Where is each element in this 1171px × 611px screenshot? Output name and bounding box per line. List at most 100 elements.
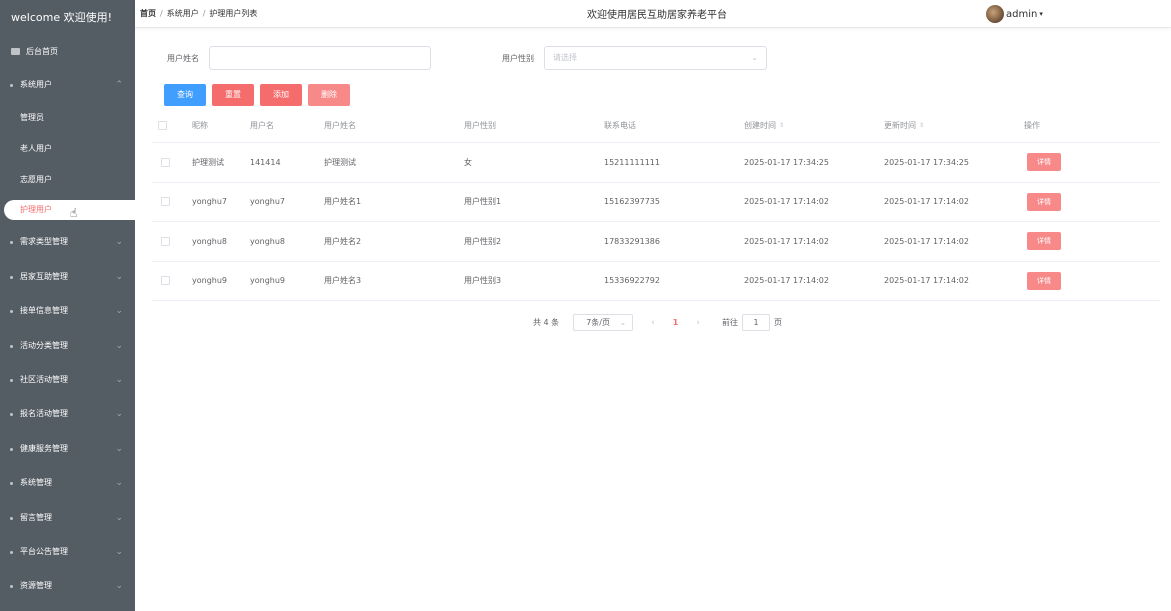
- cell-realname: 护理测试: [324, 157, 356, 167]
- page-size-value: 7条/页: [586, 318, 610, 327]
- sidebar-group[interactable]: 留言管理 ⌄: [0, 501, 135, 535]
- header-phone: 联系电话: [604, 120, 636, 130]
- cell-created: 2025-01-17 17:14:02: [744, 276, 829, 286]
- sidebar-group[interactable]: 活动分类管理 ⌄: [0, 329, 135, 363]
- delete-button[interactable]: 删除: [308, 84, 350, 106]
- sort-icon[interactable]: ⇕: [779, 122, 784, 129]
- goto-page-input[interactable]: 1: [741, 314, 770, 331]
- bullet-icon: [10, 344, 13, 348]
- query-button[interactable]: 查询: [164, 84, 206, 106]
- sidebar-item-label: 后台首页: [26, 47, 58, 56]
- add-button[interactable]: 添加: [260, 84, 302, 106]
- sidebar-subitem-admin[interactable]: 管理员: [0, 102, 135, 133]
- bullet-icon: [10, 447, 13, 451]
- topbar: 首页 / 系统用户 / 护理用户列表 欢迎使用居民互助居家养老平台 admin ▾: [135, 0, 1171, 28]
- breadcrumb-section: 系统用户: [166, 9, 199, 18]
- page-number[interactable]: 1: [673, 318, 679, 327]
- prev-page-icon[interactable]: ‹: [651, 318, 655, 328]
- sidebar-group[interactable]: 接单信息管理 ⌄: [0, 294, 135, 328]
- chevron-down-icon: ⌄: [115, 409, 123, 420]
- header-actions: 操作: [1024, 120, 1040, 130]
- sort-icon[interactable]: ⇕: [919, 122, 924, 129]
- page-size-select[interactable]: 7条/页 ⌄: [573, 314, 634, 331]
- site-title: 欢迎使用居民互助居家养老平台: [587, 10, 727, 21]
- avatar: [986, 5, 1004, 23]
- caret-down-icon: ▾: [1039, 10, 1043, 18]
- sidebar-group[interactable]: 系统管理 ⌄: [0, 466, 135, 500]
- detail-button[interactable]: 详情: [1027, 192, 1061, 211]
- row-checkbox[interactable]: [161, 276, 170, 286]
- cell-created: 2025-01-17 17:34:25: [744, 157, 829, 167]
- breadcrumb-current: 护理用户列表: [209, 9, 258, 18]
- header-updated[interactable]: 更新时间 ⇕: [884, 108, 924, 142]
- cell-gender: 用户性别2: [464, 236, 502, 246]
- sidebar-group[interactable]: 社区活动管理 ⌄: [0, 363, 135, 397]
- sidebar-group[interactable]: 资源管理 ⌄: [0, 569, 135, 603]
- username: admin: [1006, 8, 1038, 20]
- sidebar-group-system-users[interactable]: 系统用户 ⌃: [0, 68, 135, 102]
- hand-cursor-icon: ☝: [70, 206, 78, 220]
- sidebar-item-home[interactable]: 后台首页: [0, 36, 135, 68]
- bullet-icon: [10, 482, 13, 486]
- cell-username: 141414: [250, 157, 281, 167]
- select-all-checkbox[interactable]: [158, 120, 167, 130]
- cell-nickname: yonghu7: [192, 197, 228, 207]
- sidebar-group[interactable]: 居家互助管理 ⌄: [0, 260, 135, 294]
- sidebar-item-label: 报名活动管理: [20, 409, 68, 419]
- sidebar-subitem-volunteer-users[interactable]: 志愿用户: [0, 164, 135, 195]
- table-row: yonghu7 yonghu7 用户姓名1 用户性别1 15162397735 …: [152, 183, 1160, 222]
- cell-gender: 用户性别1: [464, 197, 502, 207]
- name-label: 用户姓名: [167, 54, 199, 63]
- cell-nickname: yonghu9: [192, 276, 228, 286]
- chevron-down-icon: ⌄: [115, 443, 123, 454]
- chevron-down-icon: ⌄: [115, 340, 123, 351]
- total-count: 共 4 条: [533, 318, 560, 327]
- cell-phone: 17833291386: [604, 236, 660, 246]
- cell-updated: 2025-01-17 17:34:25: [884, 157, 969, 167]
- row-checkbox[interactable]: [161, 157, 170, 167]
- cell-updated: 2025-01-17 17:14:02: [884, 276, 969, 286]
- cell-created: 2025-01-17 17:14:02: [744, 197, 829, 207]
- cell-realname: 用户姓名1: [324, 197, 362, 207]
- cell-gender: 用户性别3: [464, 276, 502, 286]
- detail-button[interactable]: 详情: [1027, 271, 1061, 290]
- chevron-down-icon: ⌄: [115, 546, 123, 557]
- bullet-icon: [10, 241, 13, 245]
- bullet-icon: [10, 516, 13, 520]
- detail-button[interactable]: 详情: [1027, 232, 1061, 251]
- gender-label: 用户性别: [502, 54, 534, 63]
- cell-username: yonghu8: [250, 236, 286, 246]
- sidebar-subitem-elderly-users[interactable]: 老人用户: [0, 133, 135, 164]
- sidebar-item-label: 居家互助管理: [20, 271, 68, 281]
- gender-select[interactable]: 请选择 ⌄: [544, 46, 767, 70]
- chevron-down-icon: ⌄: [115, 478, 123, 489]
- sidebar-group[interactable]: 健康服务管理 ⌄: [0, 432, 135, 466]
- chevron-down-icon: ⌄: [751, 53, 758, 62]
- name-input[interactable]: [209, 46, 431, 70]
- row-checkbox[interactable]: [161, 197, 170, 207]
- cell-realname: 用户姓名2: [324, 236, 362, 246]
- reset-button[interactable]: 重置: [212, 84, 254, 106]
- cell-username: yonghu9: [250, 276, 286, 286]
- sidebar-group[interactable]: 报名活动管理 ⌄: [0, 397, 135, 431]
- bullet-icon: [10, 84, 13, 87]
- cell-updated: 2025-01-17 17:14:02: [884, 197, 969, 207]
- cell-phone: 15336922792: [604, 276, 660, 286]
- next-page-icon[interactable]: ›: [696, 318, 700, 328]
- bullet-icon: [10, 413, 13, 417]
- sidebar-item-label: 接单信息管理: [20, 306, 68, 316]
- header-created[interactable]: 创建时间 ⇕: [744, 108, 784, 142]
- sidebar-group[interactable]: 平台公告管理 ⌄: [0, 535, 135, 569]
- cell-username: yonghu7: [250, 197, 286, 207]
- row-checkbox[interactable]: [161, 236, 170, 246]
- user-menu[interactable]: admin ▾: [986, 4, 1043, 24]
- sidebar-item-label: 资源管理: [20, 581, 52, 591]
- breadcrumb-home[interactable]: 首页: [140, 9, 156, 18]
- bullet-icon: [10, 310, 13, 314]
- detail-button[interactable]: 详情: [1027, 153, 1061, 172]
- header-updated-label: 更新时间: [884, 120, 916, 130]
- sidebar-item-label: 系统用户: [20, 80, 52, 89]
- sidebar-group[interactable]: 需求类型管理 ⌄: [0, 225, 135, 259]
- header-nickname: 昵称: [192, 120, 208, 130]
- header-username: 用户名: [250, 120, 274, 130]
